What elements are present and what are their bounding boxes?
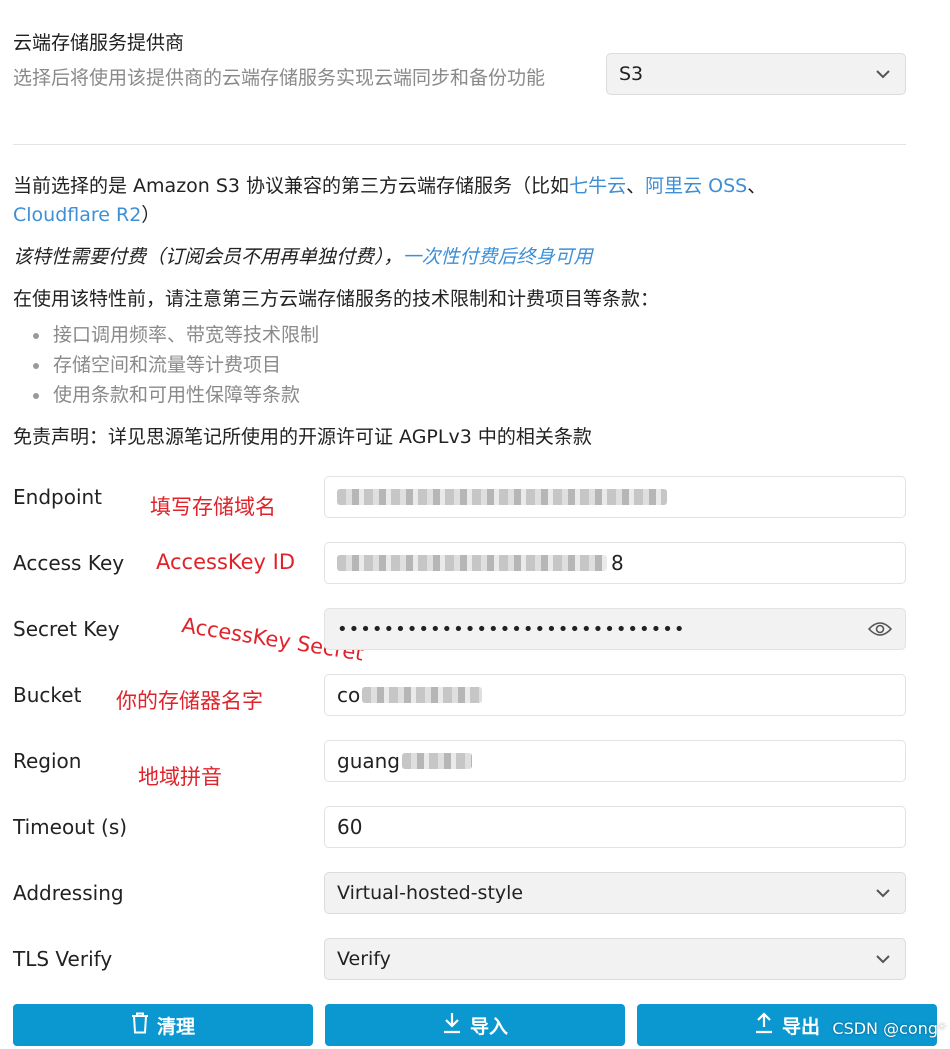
region-visible-prefix: guang: [337, 749, 400, 773]
list-item: 存储空间和流量等计费项目: [32, 350, 319, 380]
fee-text: 该特性需要付费（订阅会员不用再单独付费），: [13, 246, 403, 268]
access-key-label: Access Key: [13, 551, 125, 575]
link-cloudflare-r2[interactable]: Cloudflare R2: [13, 204, 141, 226]
intro-separator: 、: [747, 175, 767, 197]
purge-button-label: 清理: [156, 1015, 195, 1038]
divider: [13, 144, 906, 145]
secret-key-input[interactable]: ••••••••••••••••••••••••••••••: [324, 608, 906, 650]
link-qiniu[interactable]: 七牛云: [569, 175, 626, 197]
timeout-input[interactable]: 60: [324, 806, 906, 848]
eye-icon[interactable]: [867, 620, 893, 638]
provider-select[interactable]: S3: [606, 53, 906, 95]
redacted-value: [337, 489, 667, 505]
region-annotation: 地域拼音: [138, 765, 222, 789]
chevron-down-icon: [873, 883, 893, 903]
purge-button[interactable]: 清理: [13, 1004, 313, 1046]
access-key-input[interactable]: 8: [324, 542, 906, 584]
endpoint-input[interactable]: [324, 476, 906, 518]
secret-key-masked-value: ••••••••••••••••••••••••••••••: [337, 618, 686, 640]
region-label: Region: [13, 749, 82, 773]
tls-verify-select-value: Verify: [337, 948, 391, 970]
bucket-visible-prefix: co: [337, 683, 361, 707]
provider-description: 选择后将使用该提供商的云端存储服务实现云端同步和备份功能: [13, 67, 546, 89]
bucket-annotation: 你的存储器名字: [116, 689, 263, 713]
notice-text: 在使用该特性前，请注意第三方云端存储服务的技术限制和计费项目等条款：: [13, 288, 660, 310]
endpoint-label: Endpoint: [13, 485, 103, 509]
endpoint-annotation: 填写存储域名: [150, 495, 276, 519]
bucket-label: Bucket: [13, 683, 82, 707]
addressing-select-value: Virtual-hosted-style: [337, 882, 524, 904]
link-aliyun-oss[interactable]: 阿里云 OSS: [645, 175, 747, 197]
provider-title: 云端存储服务提供商: [13, 32, 185, 54]
intro-text: 当前选择的是 Amazon S3 协议兼容的第三方云端存储服务（比如七牛云、阿里…: [13, 172, 903, 230]
lifetime-purchase-link[interactable]: 一次性付费后终身可用: [403, 246, 593, 268]
import-button[interactable]: 导入: [325, 1004, 625, 1046]
intro-separator: 、: [626, 175, 646, 197]
redacted-value: [337, 555, 607, 571]
disclaimer: 免责声明：详见思源笔记所使用的开源许可证 AGPLv3 中的相关条款: [13, 426, 592, 448]
tls-verify-select[interactable]: Verify: [324, 938, 906, 980]
timeout-label: Timeout (s): [13, 815, 128, 839]
download-icon: [442, 1012, 462, 1039]
access-key-visible-tail: 8: [611, 551, 624, 575]
notice-list: 接口调用频率、带宽等技术限制 存储空间和流量等计费项目 使用条款和可用性保障等条…: [13, 320, 319, 410]
redacted-value: [402, 753, 472, 769]
tls-verify-label: TLS Verify: [13, 947, 113, 971]
redacted-value: [362, 687, 483, 703]
import-button-label: 导入: [469, 1015, 508, 1038]
intro-suffix: ）: [141, 204, 161, 226]
trash-icon: [131, 1012, 149, 1039]
secret-key-label: Secret Key: [13, 617, 120, 641]
intro-prefix: 当前选择的是 Amazon S3 协议兼容的第三方云端存储服务（比如: [13, 175, 570, 197]
list-item: 使用条款和可用性保障等条款: [32, 380, 319, 410]
fee-notice: 该特性需要付费（订阅会员不用再单独付费），一次性付费后终身可用: [13, 243, 593, 272]
chevron-down-icon: [873, 64, 893, 84]
access-key-annotation: AccessKey ID: [156, 550, 296, 574]
chevron-down-icon: [873, 949, 893, 969]
addressing-label: Addressing: [13, 881, 124, 905]
list-item: 接口调用频率、带宽等技术限制: [32, 320, 319, 350]
addressing-select[interactable]: Virtual-hosted-style: [324, 872, 906, 914]
watermark: CSDN @cong*: [832, 1019, 946, 1038]
upload-icon: [754, 1011, 774, 1039]
region-input[interactable]: guang: [324, 740, 906, 782]
provider-select-value: S3: [619, 63, 644, 85]
bucket-input[interactable]: co: [324, 674, 906, 716]
timeout-value: 60: [337, 815, 363, 839]
export-button-label: 导出: [781, 1015, 820, 1038]
